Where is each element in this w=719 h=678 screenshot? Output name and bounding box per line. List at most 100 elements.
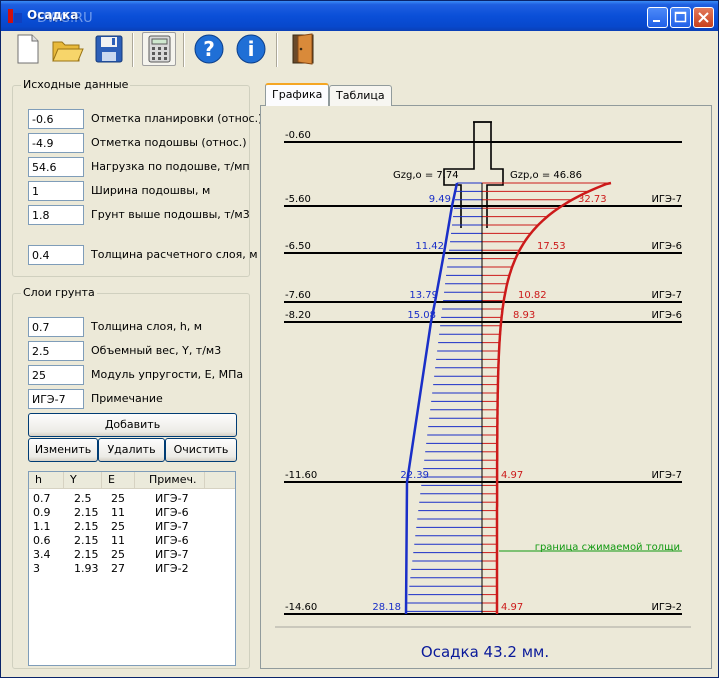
table-row[interactable]: 0.7 2.5 25 ИГЭ-7 (29, 492, 235, 506)
level-mark-label: -11.60 (285, 470, 317, 481)
zg-value-label: 13.79 (409, 290, 438, 301)
toolbar: ? i (2, 31, 718, 71)
table-cell: 25 (111, 492, 125, 505)
ige-label: ИГЭ-6 (651, 310, 682, 321)
ige-label: ИГЭ-7 (651, 194, 682, 205)
delete-button[interactable]: Удалить (98, 438, 165, 462)
zp0-label: Gzp,o = 46.86 (510, 170, 582, 181)
clear-button[interactable]: Очистить (165, 438, 237, 462)
modulus-input[interactable] (28, 365, 84, 385)
table-row[interactable]: 3 1.93 27 ИГЭ-2 (29, 562, 235, 576)
calc-layer-thickness-input[interactable] (28, 245, 84, 265)
maximize-button[interactable] (670, 7, 691, 28)
exit-door-icon (292, 33, 314, 65)
close-icon (698, 12, 709, 23)
new-button[interactable] (10, 32, 44, 66)
table-cell: ИГЭ-7 (155, 492, 189, 505)
minimize-button[interactable] (647, 7, 668, 28)
unit-weight-input[interactable] (28, 341, 84, 361)
layer-thickness-label: Толщина слоя, h, м (91, 320, 203, 333)
column-header-y[interactable]: Y (64, 472, 102, 489)
note-input[interactable] (28, 389, 84, 409)
column-header-e[interactable]: E (102, 472, 135, 489)
zg0-label: Gzg,o = 7.74 (393, 170, 459, 181)
tab-graphics[interactable]: Графика (265, 83, 330, 106)
ige-label: ИГЭ-7 (651, 290, 682, 301)
table-cell: 25 (111, 520, 125, 533)
add-button[interactable]: Добавить (28, 413, 237, 437)
table-cell: 0.9 (33, 506, 51, 519)
modulus-label: Модуль упругости, Е, МПа (91, 368, 244, 381)
zp-value-label: 4.97 (501, 602, 523, 613)
planning-mark-label: Отметка планировки (относ.) (91, 112, 263, 125)
table-cell: ИГЭ-7 (155, 548, 189, 561)
column-header-note[interactable]: Примеч. (135, 472, 205, 489)
table-cell: ИГЭ-7 (155, 520, 189, 533)
close-button[interactable] (693, 7, 714, 28)
layers-table[interactable]: h Y E Примеч. 0.7 2.5 25 ИГЭ-7 0.9 2.15 11 ИГЭ-… (28, 471, 236, 666)
table-cell: 2.5 (74, 492, 92, 505)
table-header: h Y E Примеч. (29, 472, 235, 489)
layer-thickness-input[interactable] (28, 317, 84, 337)
calculator-icon (148, 35, 171, 63)
column-header-h[interactable]: h (29, 472, 64, 489)
base-mark-input[interactable] (28, 133, 84, 153)
main-window: Осадка DWG.RU ? i Исходные данные -0.6 О… (0, 0, 719, 678)
open-button[interactable] (50, 32, 84, 66)
table-cell: 2.15 (74, 534, 99, 547)
calculate-button[interactable] (142, 32, 176, 66)
zp-value-label: 8.93 (513, 310, 535, 321)
table-cell: 0.6 (33, 534, 51, 547)
help-icon: ? (194, 34, 224, 64)
table-cell: 3.4 (33, 548, 51, 561)
load-label: Нагрузка по подошве, т/мп (91, 160, 250, 173)
table-cell: 0.7 (33, 492, 51, 505)
tab-table[interactable]: Таблица (329, 85, 392, 106)
soil-above-input[interactable] (28, 205, 84, 225)
table-cell: ИГЭ-2 (155, 562, 189, 575)
about-button[interactable]: i (234, 32, 268, 66)
base-mark-label: Отметка подошвы (относ.) (91, 136, 247, 149)
level-mark-label: -0.60 (285, 130, 311, 141)
ige-label: ИГЭ-2 (651, 602, 682, 613)
diagram-labels: -0.60 -5.60 ИГЭ-7 9.49 32.73 -6.50 ИГЭ-6 11.42 1… (285, 130, 682, 613)
note-label: Примечание (91, 392, 163, 405)
level-mark-label: -8.20 (285, 310, 311, 321)
table-cell: ИГЭ-6 (155, 506, 189, 519)
edit-button[interactable]: Изменить (28, 438, 98, 462)
table-cell: 3 (33, 562, 40, 575)
settlement-result: Осадка 43.2 мм. (421, 643, 549, 661)
width-input[interactable] (28, 181, 84, 201)
table-row[interactable]: 0.9 2.15 11 ИГЭ-6 (29, 506, 235, 520)
ige-label: ИГЭ-7 (651, 470, 682, 481)
settlement-diagram: -0.60 -5.60 ИГЭ-7 9.49 32.73 -6.50 ИГЭ-6 11.42 1… (275, 121, 691, 661)
maximize-icon (674, 11, 687, 23)
level-mark-label: -6.50 (285, 241, 311, 252)
help-glyph: ? (203, 37, 215, 61)
info-glyph: i (248, 37, 255, 61)
zp-value-label: 4.97 (501, 470, 523, 481)
load-input[interactable] (28, 157, 84, 177)
zg-value-label: 15.08 (407, 310, 436, 321)
table-cell: 11 (111, 506, 125, 519)
table-cell: 2.15 (74, 520, 99, 533)
title-bar[interactable]: Осадка DWG.RU (1, 1, 718, 31)
save-button[interactable] (92, 32, 126, 66)
soil-above-label: Грунт выше подошвы, т/м3 (91, 208, 250, 221)
open-folder-icon (52, 41, 84, 62)
width-label: Ширина подошвы, м (91, 184, 211, 197)
table-row[interactable]: 0.6 2.15 11 ИГЭ-6 (29, 534, 235, 548)
zg-value-label: 11.42 (415, 241, 444, 252)
exit-button[interactable] (286, 32, 320, 66)
table-cell: 2.15 (74, 506, 99, 519)
toolbar-separator (132, 33, 134, 67)
group-title: Слои грунта (21, 286, 97, 299)
zp-value-label: 10.82 (518, 290, 547, 301)
planning-mark-input[interactable] (28, 109, 84, 129)
help-button[interactable]: ? (192, 32, 226, 66)
table-row[interactable]: 1.1 2.15 25 ИГЭ-7 (29, 520, 235, 534)
toolbar-separator (276, 33, 278, 67)
minimize-icon (653, 20, 660, 22)
table-row[interactable]: 3.4 2.15 25 ИГЭ-7 (29, 548, 235, 562)
table-cell: ИГЭ-6 (155, 534, 189, 547)
